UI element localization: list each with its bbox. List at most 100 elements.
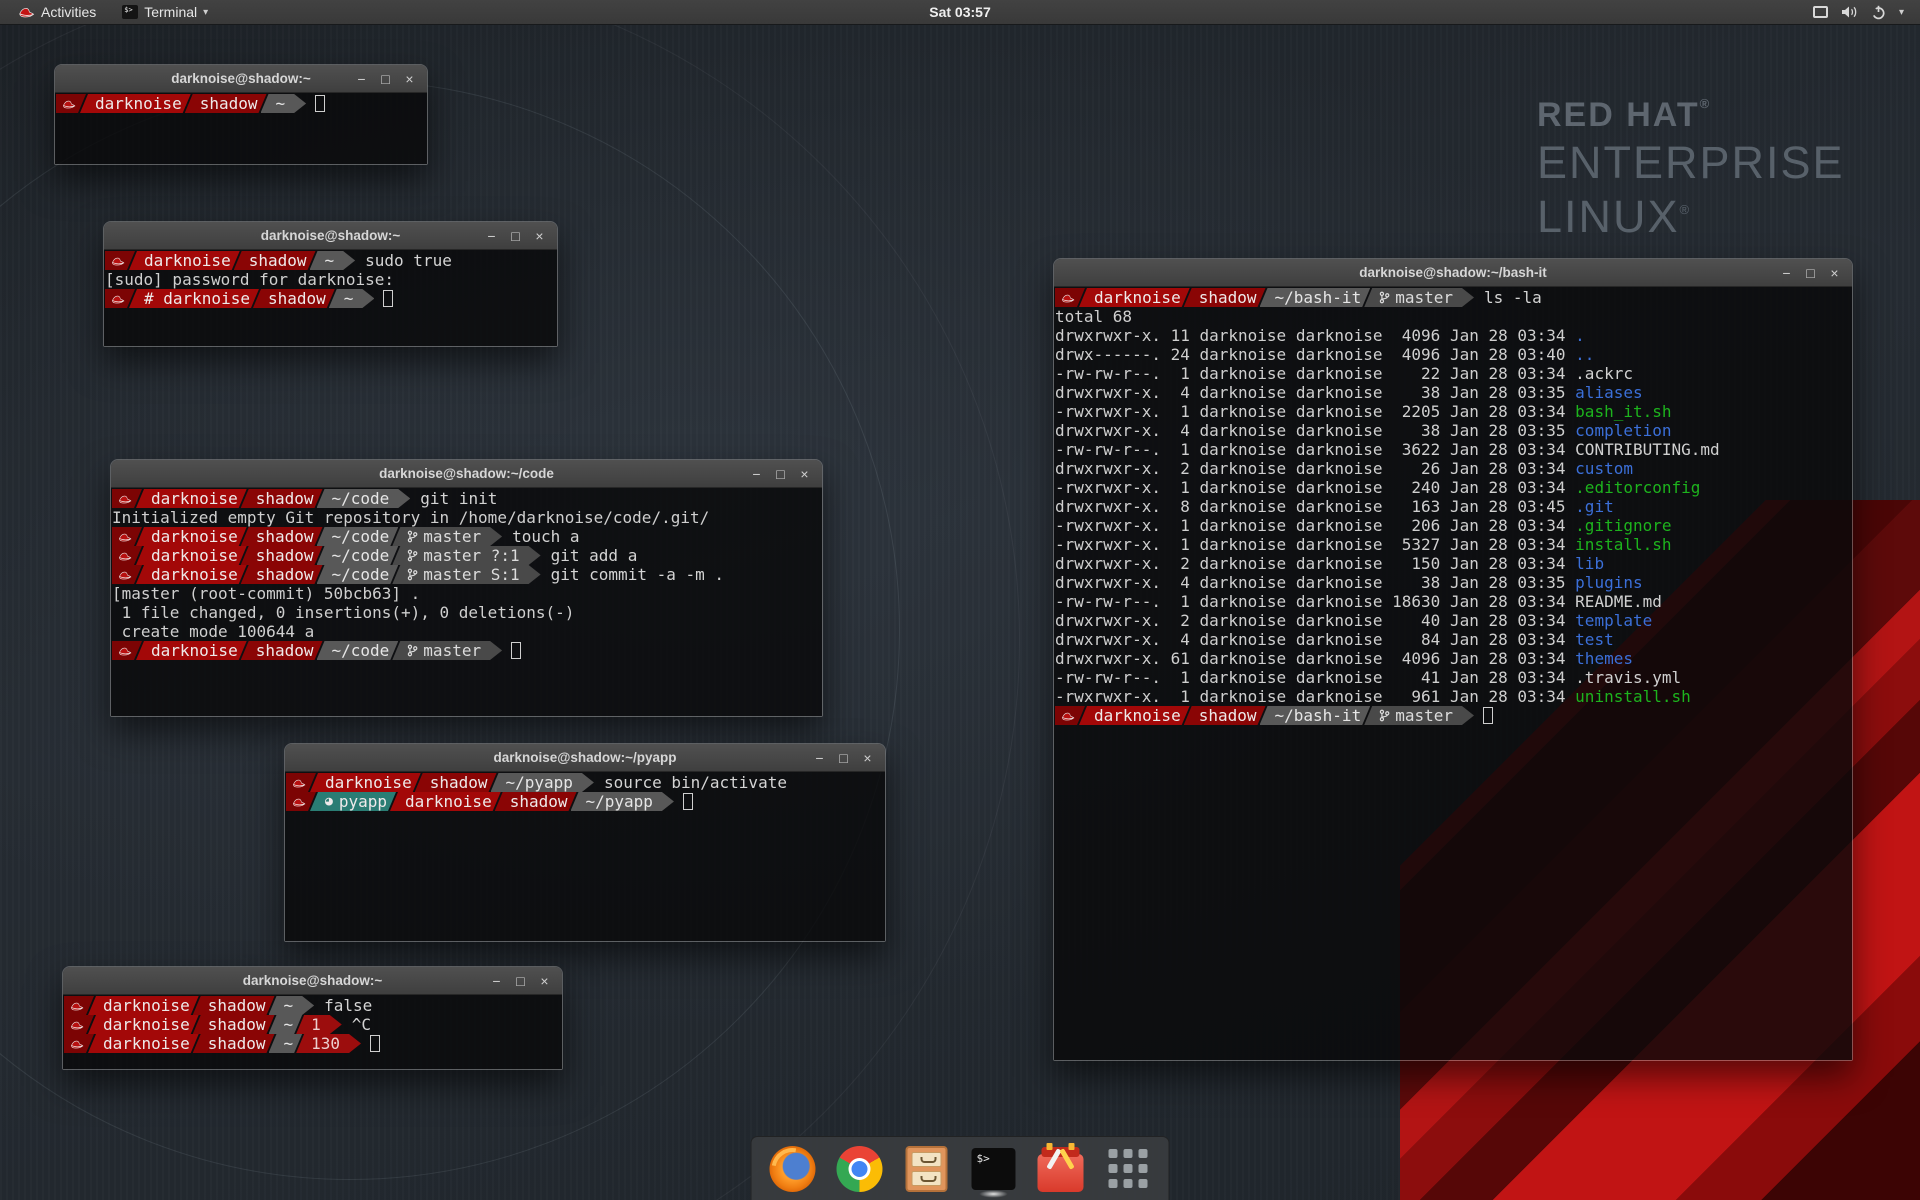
close-button[interactable]: × (857, 744, 878, 772)
terminal-window-bash-it[interactable]: darknoise@shadow:~/bash-it −□× darknoise… (1053, 258, 1853, 1061)
caret-down-icon: ▾ (1899, 7, 1904, 18)
prompt-segment-host: shadow (193, 1015, 275, 1034)
terminal-app-icon: $> (122, 5, 138, 19)
rhel-brand-logo: RED HAT® ENTERPRISE LINUX® (1537, 96, 1845, 243)
prompt-segment-path: ~/bash-it (1260, 288, 1371, 307)
terminal-cursor (1483, 707, 1493, 724)
firefox-icon[interactable] (768, 1144, 818, 1194)
title-bar[interactable]: darknoise@shadow:~/code −□× (111, 460, 822, 488)
close-button[interactable]: × (1824, 259, 1845, 287)
file-name: .ackrc (1575, 364, 1633, 383)
terminal-content[interactable]: darknoiseshadow~falsedarknoiseshadow~1^C… (63, 995, 562, 1069)
file-listing-row: drwxrwxr-x. 2 darknoise darknoise 40 Jan… (1055, 611, 1852, 630)
terminal-content[interactable]: darknoiseshadow~ (55, 93, 427, 164)
terminal-window-sudo[interactable]: darknoise@shadow:~ −□× darknoiseshadow~s… (103, 221, 558, 347)
file-listing-row: drwxrwxr-x. 4 darknoise darknoise 38 Jan… (1055, 573, 1852, 592)
close-button[interactable]: × (529, 222, 550, 250)
close-button[interactable]: × (794, 460, 815, 488)
git-branch-icon (1379, 709, 1390, 722)
brand-line2: ENTERPRISE (1537, 137, 1845, 189)
prompt-line: darknoiseshadow~false (64, 996, 562, 1015)
redhat-icon (111, 256, 125, 266)
title-bar[interactable]: darknoise@shadow:~/pyapp −□× (285, 744, 885, 772)
prompt-segment-user: darknoise (136, 527, 247, 546)
redhat-icon (70, 1020, 84, 1030)
close-button[interactable]: × (399, 65, 420, 93)
app-grid-icon[interactable] (1103, 1144, 1153, 1194)
terminal-content[interactable]: darknoiseshadow~/bash-itmasterls -latota… (1054, 287, 1852, 1060)
file-listing-row: -rwxrwxr-x. 1 darknoise darknoise 206 Ja… (1055, 516, 1852, 535)
brand-line1: RED HAT® (1537, 96, 1845, 135)
prompt-line: darknoiseshadow~/codemaster S:1git commi… (112, 565, 822, 584)
prompt-line: darknoiseshadow~1^C (64, 1015, 562, 1034)
command-text: ^C (342, 1015, 371, 1034)
title-bar[interactable]: darknoise@shadow:~ −□× (55, 65, 427, 93)
app-menu-terminal[interactable]: $> Terminal ▾ (112, 0, 218, 25)
activities-button[interactable]: Activities (8, 0, 106, 25)
maximize-button[interactable]: □ (505, 222, 526, 250)
terminal-output-line: [sudo] password for darknoise: (105, 270, 557, 289)
terminal-window-pyapp[interactable]: darknoise@shadow:~/pyapp −□× darknoisesh… (284, 743, 886, 942)
minimize-button[interactable]: − (351, 65, 372, 93)
title-bar[interactable]: darknoise@shadow:~ −□× (63, 967, 562, 995)
terminal-window-code[interactable]: darknoise@shadow:~/code −□× darknoisesha… (110, 459, 823, 717)
terminal-cursor (315, 95, 325, 112)
redhat-icon (118, 646, 132, 656)
prompt-segment-exit: 130 (296, 1034, 361, 1053)
file-listing-row: drwxrwxr-x. 4 darknoise darknoise 84 Jan… (1055, 630, 1852, 649)
prompt-segment-path: ~ (329, 289, 375, 308)
clock[interactable]: Sat 03:57 (919, 0, 1000, 25)
minimize-button[interactable]: − (809, 744, 830, 772)
minimize-button[interactable]: − (746, 460, 767, 488)
terminal-cursor (511, 642, 521, 659)
file-listing-row: drwxrwxr-x. 8 darknoise darknoise 163 Ja… (1055, 497, 1852, 516)
prompt-line: darknoiseshadow~130 (64, 1034, 562, 1053)
minimize-button[interactable]: − (486, 967, 507, 995)
terminal-icon[interactable]: $> (969, 1144, 1019, 1194)
terminal-output-line: 1 file changed, 0 insertions(+), 0 delet… (112, 603, 822, 622)
git-branch-icon (1379, 291, 1390, 304)
close-button[interactable]: × (534, 967, 555, 995)
brand-line3: LINUX® (1537, 191, 1845, 243)
toolbox-icon[interactable] (1036, 1144, 1086, 1194)
terminal-cursor (683, 793, 693, 810)
prompt-line: darknoiseshadow~ (56, 94, 427, 113)
file-name: themes (1575, 649, 1633, 668)
terminal-output-line: total 68 (1055, 307, 1852, 326)
maximize-button[interactable]: □ (833, 744, 854, 772)
file-listing-row: -rwxrwxr-x. 1 darknoise darknoise 2205 J… (1055, 402, 1852, 421)
terminal-content[interactable]: darknoiseshadow~sudo true[sudo] password… (104, 250, 557, 346)
app-menu-label: Terminal (144, 4, 197, 20)
terminal-content[interactable]: darknoiseshadow~/pyappsource bin/activat… (285, 772, 885, 941)
prompt-segment-host: shadow (253, 289, 335, 308)
file-name: uninstall.sh (1575, 687, 1691, 706)
file-name: test (1575, 630, 1614, 649)
maximize-button[interactable]: □ (375, 65, 396, 93)
minimize-button[interactable]: − (481, 222, 502, 250)
prompt-segment-user: darknoise (136, 489, 247, 508)
file-name: CONTRIBUTING.md (1575, 440, 1720, 459)
prompt-segment-exit: 1 (296, 1015, 342, 1034)
system-status-area[interactable]: ▾ (1813, 0, 1920, 25)
file-name: plugins (1575, 573, 1642, 592)
command-text: touch a (502, 527, 579, 546)
maximize-button[interactable]: □ (770, 460, 791, 488)
terminal-content[interactable]: darknoiseshadow~/codegit initInitialized… (111, 488, 822, 716)
title-bar[interactable]: darknoise@shadow:~ −□× (104, 222, 557, 250)
minimize-button[interactable]: − (1776, 259, 1797, 287)
terminal-window-home-1[interactable]: darknoise@shadow:~ −□× darknoiseshadow~ (54, 64, 428, 165)
prompt-segment-path: ~ (261, 94, 307, 113)
title-bar[interactable]: darknoise@shadow:~/bash-it −□× (1054, 259, 1852, 287)
command-text: git commit -a -m . (541, 565, 724, 584)
chrome-icon[interactable] (835, 1144, 885, 1194)
prompt-segment-host: shadow (495, 792, 577, 811)
terminal-window-home-2[interactable]: darknoise@shadow:~ −□× darknoiseshadow~f… (62, 966, 563, 1070)
file-name: .gitignore (1575, 516, 1671, 535)
file-manager-icon[interactable] (902, 1144, 952, 1194)
file-name: .editorconfig (1575, 478, 1700, 497)
window-title: darknoise@shadow:~/code (379, 466, 554, 481)
maximize-button[interactable]: □ (510, 967, 531, 995)
prompt-segment-host: shadow (241, 641, 323, 660)
maximize-button[interactable]: □ (1800, 259, 1821, 287)
prompt-segment-path: ~ (269, 1015, 303, 1034)
